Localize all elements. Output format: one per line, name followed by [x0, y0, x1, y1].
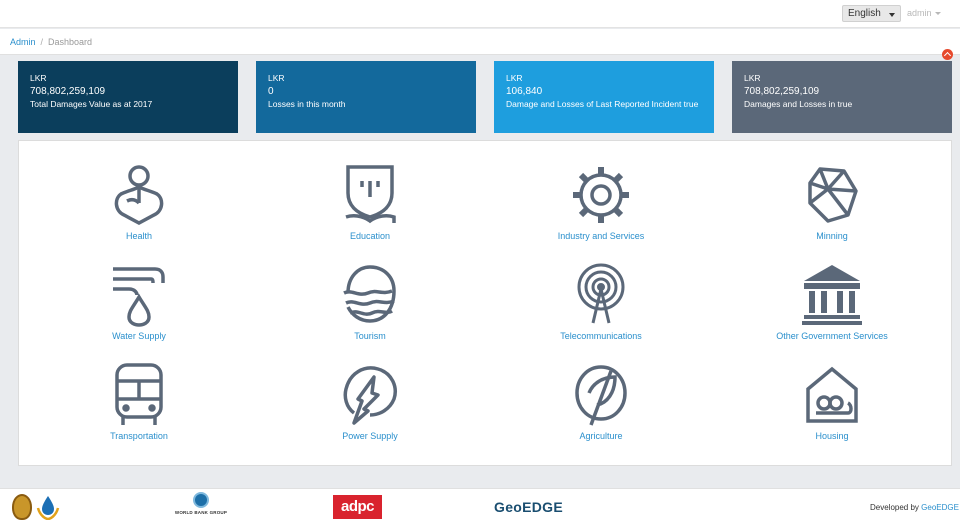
breadcrumb-bar: Admin / Dashboard — [0, 29, 960, 55]
sector-tile-health[interactable]: Health — [59, 163, 219, 253]
world-bank-logo: WORLD BANK GROUP — [172, 492, 230, 522]
breadcrumb-separator: / — [40, 37, 44, 47]
health-icon — [114, 165, 164, 225]
developed-by-label: Developed by — [870, 503, 919, 512]
developed-by: Developed by GeoEDGE — [870, 503, 959, 512]
adpc-logo: adpc — [333, 495, 382, 519]
sector-label: Telecommunications — [560, 331, 642, 341]
sector-tile-tourism[interactable]: Tourism — [290, 263, 450, 353]
breadcrumb-admin-link[interactable]: Admin — [10, 37, 36, 47]
collapse-up-icon[interactable] — [942, 49, 953, 60]
language-select[interactable]: English — [842, 5, 901, 22]
sector-tile-government[interactable]: Other Government Services — [752, 263, 912, 353]
education-icon — [345, 165, 396, 224]
card-currency: LKR — [744, 73, 761, 83]
sector-label: Industry and Services — [557, 231, 645, 241]
leaf-icon — [575, 365, 627, 426]
ministry-water-drop-logo — [36, 496, 60, 520]
sector-label: Education — [349, 231, 391, 241]
sector-tile-education[interactable]: Education — [290, 163, 450, 253]
bus-icon — [115, 363, 163, 425]
sector-label: Tourism — [354, 331, 386, 341]
language-value: English — [848, 8, 881, 19]
card-description: Damages and Losses in true — [744, 99, 853, 109]
top-bar: English admin — [0, 0, 960, 28]
card-value: 0 — [268, 86, 274, 97]
sector-label: Water Supply — [112, 331, 166, 341]
user-menu[interactable]: admin — [907, 8, 941, 18]
breadcrumb: Admin / Dashboard — [10, 37, 92, 47]
card-description: Total Damages Value as at 2017 — [30, 99, 153, 109]
sector-tile-telecom[interactable]: Telecommunications — [521, 263, 681, 353]
card-description: Losses in this month — [268, 99, 346, 109]
sector-tile-mining[interactable]: Minning — [752, 163, 912, 253]
sector-label: Transportation — [110, 431, 168, 441]
stat-card-last-incident: LKR 106,840 Damage and Losses of Last Re… — [494, 61, 714, 133]
sector-tile-transportation[interactable]: Transportation — [59, 363, 219, 453]
sector-label: Minning — [816, 231, 848, 241]
sector-tile-housing[interactable]: Housing — [752, 363, 912, 453]
stat-card-monthly-losses: LKR 0 Losses in this month — [256, 61, 476, 133]
globe-icon — [193, 492, 209, 508]
world-bank-text: WORLD BANK GROUP — [174, 510, 228, 515]
industry-gear-icon — [573, 167, 629, 223]
card-currency: LKR — [30, 73, 47, 83]
water-tap-icon — [113, 267, 165, 327]
user-name: admin — [907, 8, 932, 18]
sector-label: Housing — [815, 431, 849, 441]
card-currency: LKR — [268, 73, 285, 83]
sector-tile-water[interactable]: Water Supply — [59, 263, 219, 353]
sector-label: Health — [125, 231, 152, 241]
sector-label: Power Supply — [342, 431, 398, 441]
sri-lanka-emblem-logo — [12, 494, 32, 520]
chevron-down-icon — [889, 13, 895, 17]
tourism-sun-waves-icon — [343, 265, 396, 323]
footer: WORLD BANK GROUP adpc GeoEDGE Developed … — [0, 488, 960, 524]
lightning-icon — [343, 366, 397, 425]
sector-label: Other Government Services — [776, 331, 888, 341]
developer-link[interactable]: GeoEDGE — [921, 503, 959, 512]
chevron-down-icon — [934, 12, 941, 16]
card-currency: LKR — [506, 73, 523, 83]
stat-card-damages-losses: LKR 708,802,259,109 Damages and Losses i… — [732, 61, 952, 133]
telecom-tower-icon — [577, 263, 625, 324]
house-icon — [806, 366, 858, 423]
stat-card-total-damages: LKR 708,802,259,109 Total Damages Value … — [18, 61, 238, 133]
breadcrumb-current: Dashboard — [48, 37, 93, 47]
sector-label: Agriculture — [579, 431, 623, 441]
sector-panel: Health Education Industry and Services M… — [18, 140, 952, 466]
card-value: 106,840 — [506, 86, 543, 97]
card-value: 708,802,259,109 — [30, 86, 106, 97]
sector-tile-power[interactable]: Power Supply — [290, 363, 450, 453]
card-description: Damage and Losses of Last Reported Incid… — [506, 99, 699, 109]
sector-tile-agriculture[interactable]: Agriculture — [521, 363, 681, 453]
sector-tile-industry[interactable]: Industry and Services — [521, 163, 681, 253]
geoedge-logo: GeoEDGE — [494, 499, 564, 515]
government-building-icon — [802, 265, 862, 325]
card-value: 708,802,259,109 — [744, 86, 820, 97]
mining-gem-icon — [808, 167, 858, 223]
